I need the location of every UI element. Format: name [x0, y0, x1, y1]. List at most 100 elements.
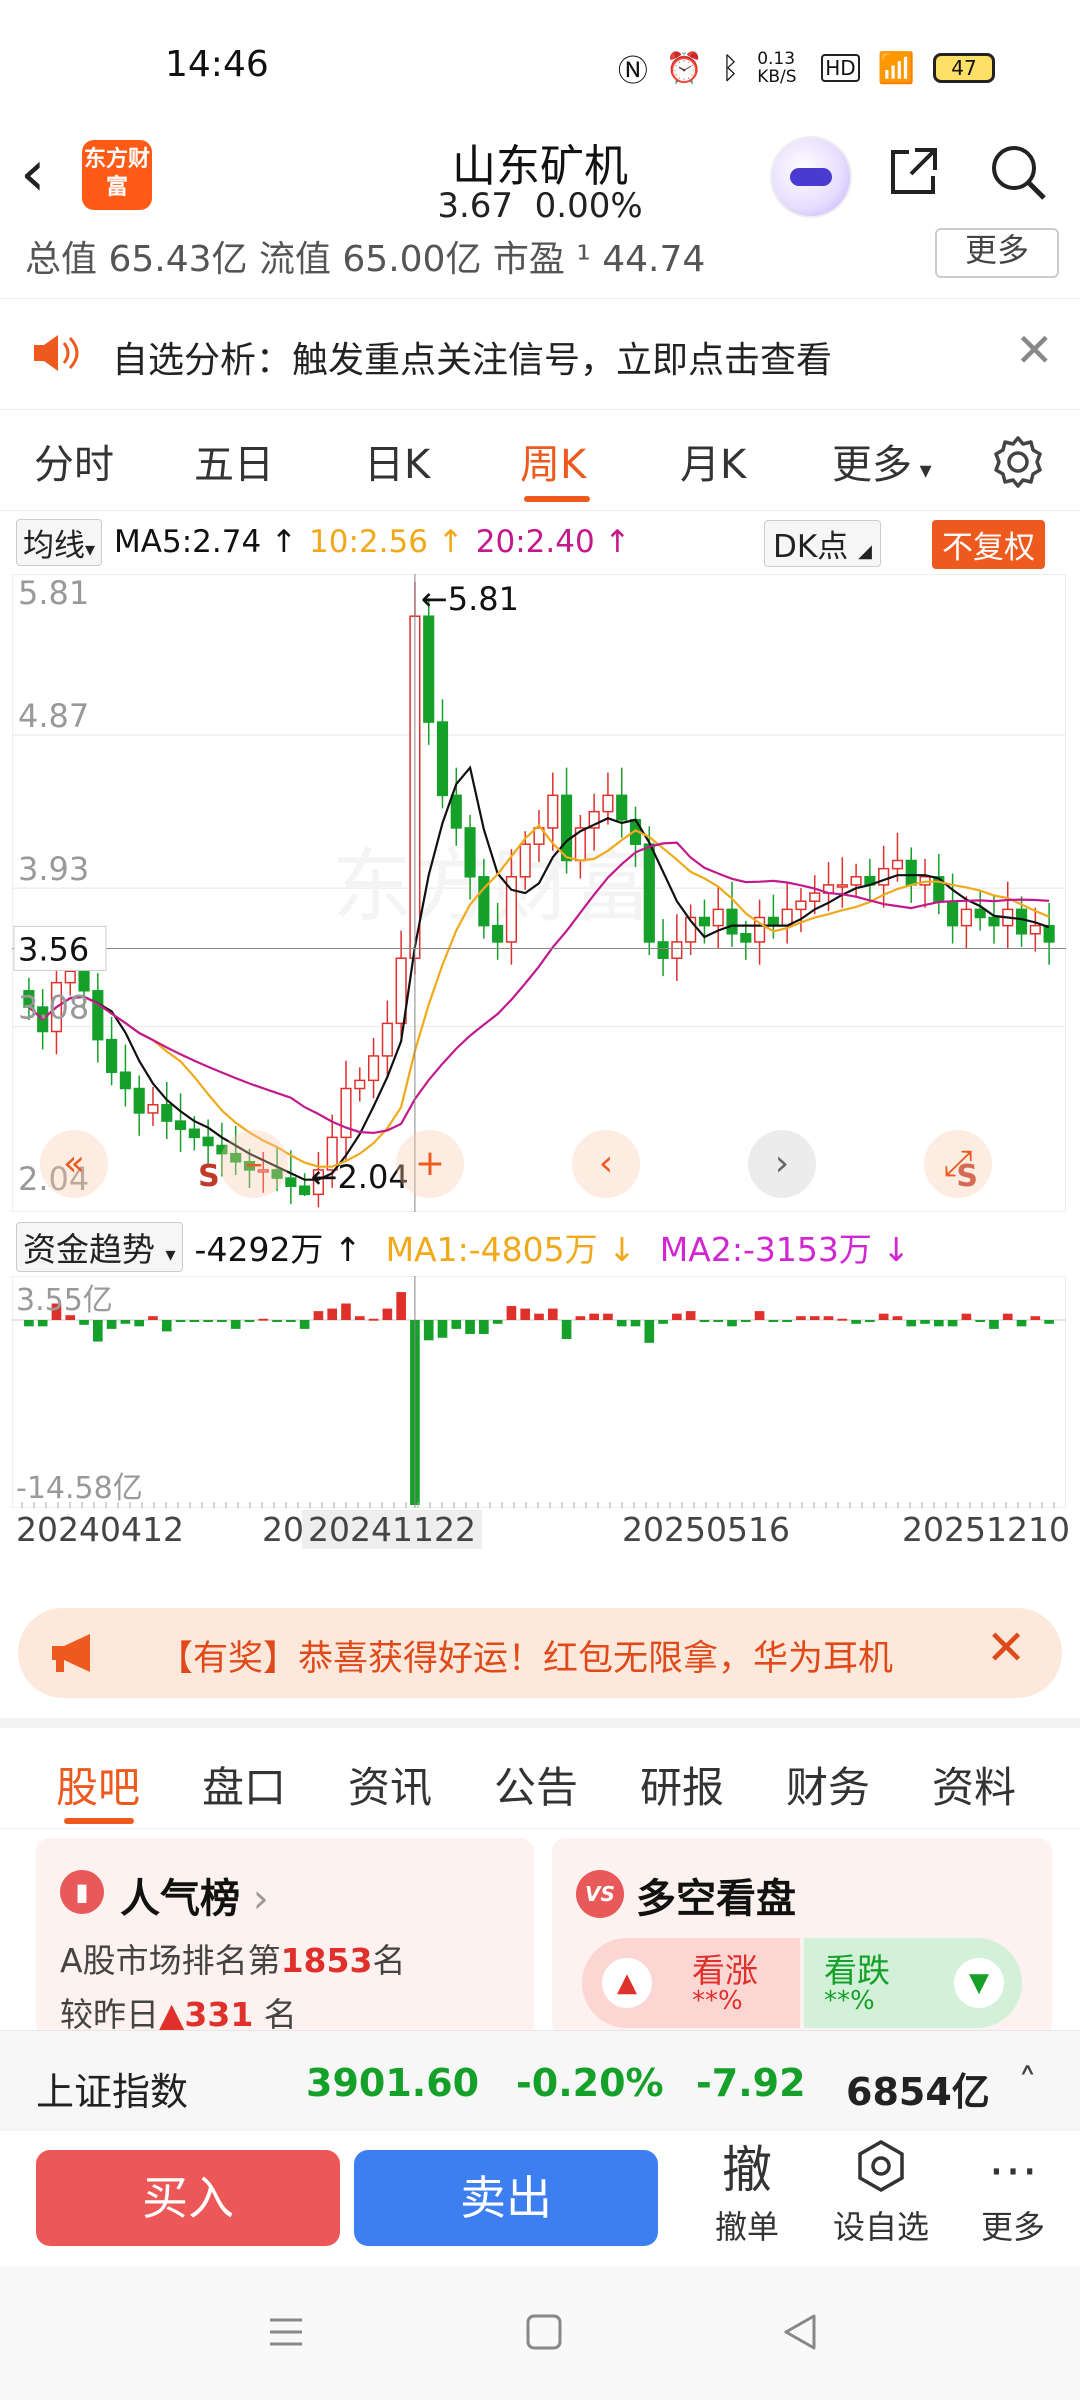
candle-body — [1029, 924, 1041, 935]
popularity-card[interactable]: ▮ 人气榜 › A股市场排名第1853名 较昨日▲331 名 — [36, 1838, 534, 2038]
close-icon[interactable]: ✕ — [1015, 323, 1054, 377]
tab-wuri[interactable]: 五日 — [194, 432, 274, 490]
fund-bar — [947, 1320, 958, 1327]
ma5-label: MA5:2.74 ↑ — [114, 524, 298, 560]
signal-icon: 📶 — [877, 50, 915, 86]
candle-body — [188, 1128, 200, 1139]
fund-bar — [465, 1320, 475, 1334]
tab-yuek[interactable]: 月K — [680, 432, 746, 490]
fund-bar — [961, 1313, 972, 1320]
fund-value: -4292万 ↑ — [194, 1230, 362, 1269]
hexagon-icon — [826, 2138, 936, 2202]
buy-button[interactable]: 买入 — [36, 2150, 340, 2246]
tab-caiwu[interactable]: 财务 — [786, 1754, 870, 1815]
ma-row: 均线▾ MA5:2.74 ↑ 10:2.56 ↑ 20:2.40 ↑ — [16, 518, 631, 566]
next-icon[interactable]: › — [748, 1130, 816, 1198]
tab-zhouk[interactable]: 周K — [520, 432, 586, 490]
chart-bar-icon: ▮ — [60, 1870, 104, 1914]
fund-bar — [616, 1320, 627, 1327]
gear-icon[interactable] — [990, 434, 1046, 490]
net-speed: 0.13 KB/S — [757, 49, 797, 87]
candle-body — [464, 827, 476, 878]
trade-action-bar: 买入 卖出 撤 撤单 设自选 ⋯ 更多 — [0, 2132, 1080, 2264]
prev-icon[interactable]: ‹ — [572, 1130, 640, 1198]
zoom-in-icon[interactable]: + — [396, 1130, 464, 1198]
bull-button[interactable]: ▲ 看涨 **% — [582, 1938, 800, 2028]
fund-bar — [933, 1320, 944, 1327]
tab-ziliao[interactable]: 资料 — [932, 1754, 1016, 1815]
add-watchlist-button[interactable]: 设自选 — [826, 2138, 936, 2248]
tab-zixun[interactable]: 资讯 — [348, 1754, 432, 1815]
tab-yanbao[interactable]: 研报 — [640, 1754, 724, 1815]
hd-icon: HD — [821, 54, 860, 82]
kline-chart[interactable]: 东方财富5.814.873.933.563.082.04←5.81←2.04SS… — [12, 574, 1066, 1212]
ai-assistant-icon[interactable] — [770, 136, 852, 218]
stock-change: 0.00% — [534, 186, 643, 226]
tab-more[interactable]: 更多 ▾ — [832, 432, 932, 490]
search-icon[interactable] — [988, 142, 1048, 202]
fund-bar — [217, 1320, 227, 1322]
close-icon[interactable]: ✕ — [986, 1620, 1026, 1676]
fund-selector[interactable]: 资金趋势 ▾ — [16, 1222, 183, 1272]
nfc-icon: Ⓝ — [617, 54, 648, 89]
more-actions-button[interactable]: ⋯ 更多 — [958, 2138, 1068, 2248]
index-value: 3901.60 — [306, 2061, 480, 2105]
date-label: 20250516 — [622, 1510, 790, 1549]
notice-text: 自选分析：触发重点关注信号，立即点击查看 — [112, 340, 833, 381]
fund-bar — [823, 1316, 834, 1320]
fund-bar — [244, 1320, 255, 1322]
date-label-selected: 20241122 — [302, 1510, 482, 1549]
share-icon[interactable] — [885, 144, 941, 200]
status-time: 14:46 — [165, 44, 269, 85]
rewind-icon[interactable]: « — [40, 1130, 108, 1198]
chart-frame — [12, 1276, 1066, 1508]
fund-bottom-label: -14.58亿 — [16, 1471, 143, 1506]
tab-rik[interactable]: 日K — [364, 432, 430, 490]
notice-banner[interactable]: 自选分析：触发重点关注信号，立即点击查看 ✕ — [0, 298, 1080, 410]
index-ticker[interactable]: 上证指数 3901.60 -0.20% -7.92 6854亿 ˄ — [0, 2030, 1080, 2131]
bull-bear-card[interactable]: VS 多空看盘 ▲ 看涨 **% 看跌 **% ▼ — [552, 1838, 1052, 2038]
up-triangle-icon: ▲ — [602, 1958, 652, 2008]
menu-icon[interactable] — [266, 2312, 306, 2352]
fund-bar — [837, 1318, 848, 1321]
tab-fenshi[interactable]: 分时 — [34, 432, 114, 490]
more-actions-label: 更多 — [980, 2208, 1045, 2246]
zoom-out-icon[interactable]: – — [220, 1130, 288, 1198]
fund-bar — [161, 1320, 172, 1332]
fund-bar — [313, 1311, 324, 1320]
sell-button[interactable]: 卖出 — [354, 2150, 658, 2246]
tab-guba[interactable]: 股吧 — [56, 1754, 140, 1815]
expand-icon[interactable]: ⤢ — [924, 1130, 992, 1198]
candle-body — [381, 1022, 393, 1057]
prize-banner[interactable]: 【有奖】恭喜获得好运！红包无限拿，华为耳机 ✕ — [18, 1608, 1062, 1698]
fund-bar — [203, 1320, 213, 1322]
candle-body — [947, 900, 959, 927]
rewind-icon-glyph: « — [63, 1143, 85, 1184]
index-amount: 6854亿 — [846, 2070, 990, 2114]
rank-number: 1853 — [280, 1941, 373, 1980]
fund-bar — [672, 1313, 682, 1320]
tab-gonggao[interactable]: 公告 — [494, 1754, 578, 1815]
ma-selector-label: 均线 — [23, 527, 85, 564]
ma-selector[interactable]: 均线▾ — [16, 518, 103, 566]
home-square-icon[interactable] — [524, 2312, 564, 2352]
fund-bar — [423, 1320, 434, 1341]
active-tab-indicator — [524, 496, 590, 502]
candle-body — [147, 1104, 159, 1114]
adjust-button[interactable]: 不复权 — [932, 520, 1045, 569]
fund-chart[interactable]: 3.55亿 -14.58亿 — [12, 1276, 1066, 1508]
fund-ma2: MA2:-3153万 ↓ — [659, 1230, 910, 1269]
info-more-button[interactable]: 更多 — [935, 228, 1059, 278]
cancel-order-button[interactable]: 撤 撤单 — [692, 2138, 802, 2248]
market-cap-row: 总值 65.43亿 流值 65.00亿 市盈 ¹ 44.74 — [25, 239, 706, 280]
back-triangle-icon[interactable] — [780, 2312, 820, 2352]
candle-body — [92, 990, 104, 1041]
chevron-up-icon[interactable]: ˄ — [1018, 2061, 1037, 2105]
fund-bar — [327, 1308, 338, 1320]
corner-arrow-icon: ◢ — [858, 541, 872, 562]
dk-point-button[interactable]: DK点 ◢ — [764, 520, 881, 567]
rank-line: A股市场排名第1853名 — [60, 1934, 405, 1982]
candle-body — [809, 892, 821, 902]
bear-button[interactable]: 看跌 **% ▼ — [804, 1938, 1022, 2028]
tab-pankou[interactable]: 盘口 — [202, 1754, 286, 1815]
